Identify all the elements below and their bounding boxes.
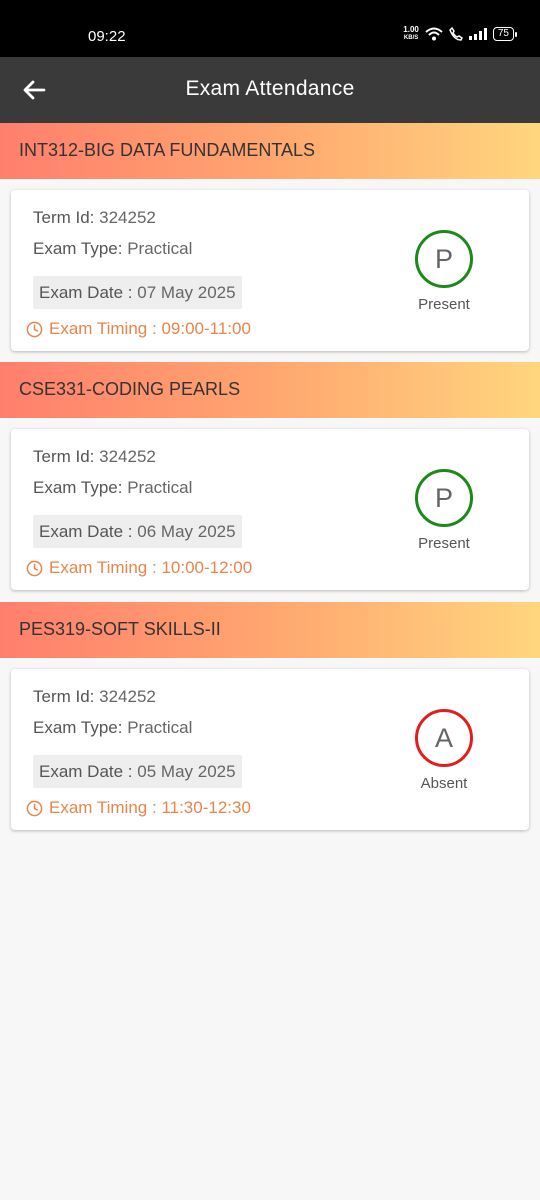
exam-type-label: Exam Type: [33,478,123,497]
exam-type-value: Practical [127,478,193,497]
exam-date-row: Exam Date : 06 May 2025 [33,515,242,548]
exam-date-label: Exam Date : [39,522,133,541]
status-label: Absent [420,775,468,792]
exam-timing-label: Exam Timing : [49,319,157,338]
exam-timing-row: Exam Timing : 11:30-12:30 [26,798,251,818]
clock-icon [26,321,43,337]
term-id-value: 324252 [99,208,156,227]
exam-type-row: Exam Type: Practical [33,478,192,498]
status-label: Present [418,296,470,313]
term-id-row: Term Id: 324252 [33,447,156,467]
status-icons: 1.00 KB/S 75 [403,26,518,42]
exam-card[interactable]: Term Id: 324252 Exam Type: Practical Exa… [11,669,529,830]
term-id-label: Term Id: [33,208,95,227]
exam-card[interactable]: Term Id: 324252 Exam Type: Practical Exa… [11,190,529,351]
status-badge: P [415,469,473,527]
app-bar: Exam Attendance [0,57,540,123]
exam-timing-value: 09:00-11:00 [161,319,251,338]
network-speed-unit: KB/S [403,35,419,41]
network-speed: 1.00 KB/S [403,26,419,42]
exam-date-label: Exam Date : [39,283,133,302]
term-id-row: Term Id: 324252 [33,208,156,228]
status-time: 09:22 [88,28,126,45]
exam-type-row: Exam Type: Practical [33,239,192,259]
exam-date-value: 07 May 2025 [137,283,236,302]
term-id-label: Term Id: [33,687,95,706]
exam-timing-row: Exam Timing : 09:00-11:00 [26,319,251,339]
battery-icon: 75 [492,27,518,41]
course-header: PES319-SOFT SKILLS-II [0,602,540,658]
exam-timing-value: 10:00-12:00 [161,558,253,577]
course-header: CSE331-CODING PEARLS [0,362,540,418]
exam-card[interactable]: Term Id: 324252 Exam Type: Practical Exa… [11,429,529,590]
exam-timing-label: Exam Timing : [49,558,157,577]
attendance-status: P Present [402,469,486,552]
course-title: INT312-BIG DATA FUNDAMENTALS [19,140,316,160]
exam-timing-value: 11:30-12:30 [161,798,251,817]
attendance-status: A Absent [402,709,486,792]
term-id-label: Term Id: [33,447,95,466]
status-badge: P [415,230,473,288]
term-id-value: 324252 [99,687,156,706]
status-label: Present [418,535,470,552]
wifi-icon [425,27,443,41]
exam-timing-row: Exam Timing : 10:00-12:00 [26,558,252,578]
status-bar: 09:22 1.00 KB/S 75 [0,0,540,57]
exam-type-value: Practical [127,718,193,737]
exam-type-row: Exam Type: Practical [33,718,192,738]
term-id-row: Term Id: 324252 [33,687,156,707]
attendance-status: P Present [402,230,486,313]
clock-icon [26,560,43,576]
exam-type-label: Exam Type: [33,239,123,258]
course-title: PES319-SOFT SKILLS-II [19,619,221,639]
call-icon [448,27,463,41]
term-id-value: 324252 [99,447,156,466]
network-speed-value: 1.00 [403,25,419,34]
course-title: CSE331-CODING PEARLS [19,379,241,399]
exam-date-label: Exam Date : [39,762,133,781]
exam-date-row: Exam Date : 07 May 2025 [33,276,242,309]
clock-icon [26,800,43,816]
exam-timing-label: Exam Timing : [49,798,157,817]
exam-date-value: 05 May 2025 [137,762,236,781]
page-title: Exam Attendance [185,77,355,100]
signal-icon [468,28,487,40]
course-header: INT312-BIG DATA FUNDAMENTALS [0,123,540,179]
exam-date-value: 06 May 2025 [137,522,236,541]
exam-type-label: Exam Type: [33,718,123,737]
status-badge: A [415,709,473,767]
exam-type-value: Practical [127,239,193,258]
exam-date-row: Exam Date : 05 May 2025 [33,755,242,788]
